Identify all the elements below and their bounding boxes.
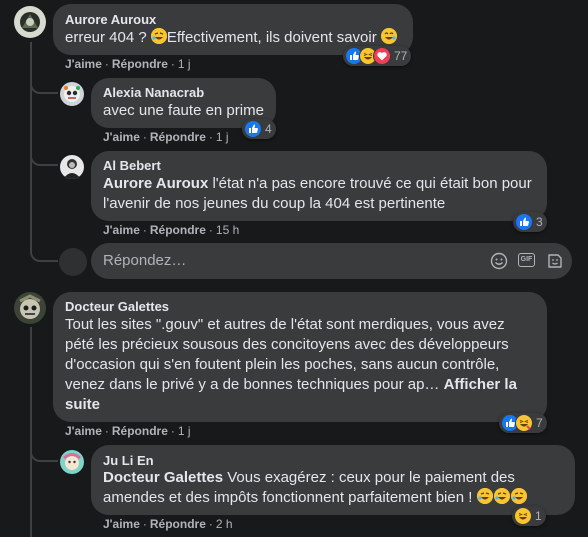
reactions-summary[interactable]: 3 bbox=[513, 212, 547, 232]
avatar[interactable] bbox=[14, 292, 46, 324]
comment-author[interactable]: Docteur Galettes bbox=[65, 299, 169, 314]
gif-icon[interactable]: GIF bbox=[518, 253, 535, 267]
comment-author[interactable]: Al Bebert bbox=[103, 158, 161, 173]
haha-icon bbox=[515, 414, 533, 432]
avatar[interactable] bbox=[60, 155, 84, 179]
reactions-summary[interactable]: 1 bbox=[512, 506, 546, 526]
reply-link[interactable]: Répondre bbox=[150, 223, 206, 237]
reactions-summary[interactable]: 4 bbox=[242, 119, 276, 139]
comment-text: erreur 404 ? Effectivement, ils doivent … bbox=[65, 28, 397, 48]
avatar[interactable] bbox=[14, 6, 46, 38]
mention-link[interactable]: Docteur Galettes bbox=[103, 469, 223, 486]
rofl-emoji-icon bbox=[150, 28, 167, 44]
thread-line bbox=[30, 42, 32, 232]
timestamp[interactable]: 1 j bbox=[178, 57, 191, 71]
comment-author[interactable]: Ju Li En bbox=[103, 453, 154, 468]
avatar[interactable] bbox=[60, 450, 84, 474]
reply-placeholder: Répondez… bbox=[103, 252, 187, 269]
sticker-icon[interactable] bbox=[546, 252, 564, 275]
mention-link[interactable]: Aurore Auroux bbox=[103, 175, 208, 192]
comment-text: Aurore Auroux l'état n'a pas encore trou… bbox=[103, 175, 532, 212]
timestamp[interactable]: 1 j bbox=[216, 130, 229, 144]
like-link[interactable]: J'aime bbox=[65, 57, 102, 71]
comment-actions: J'aime · Répondre · 2 h bbox=[103, 517, 233, 531]
comment-author[interactable]: Aurore Auroux bbox=[65, 12, 156, 27]
comment-actions: J'aime · Répondre · 1 j bbox=[65, 57, 191, 71]
reactions-summary[interactable]: 7 bbox=[499, 413, 547, 433]
thread-connector bbox=[30, 80, 58, 94]
see-more-link[interactable]: Afficher la bbox=[444, 376, 517, 393]
rofl-emoji-icon bbox=[476, 488, 493, 504]
timestamp[interactable]: 1 j bbox=[178, 424, 191, 438]
rofl-emoji-icon bbox=[493, 488, 510, 504]
like-icon bbox=[515, 213, 533, 231]
laugh-emoji-icon bbox=[380, 28, 397, 44]
comment-text: Tout les sites ".gouv" et autres de l'ét… bbox=[65, 316, 517, 413]
like-link[interactable]: J'aime bbox=[65, 424, 102, 438]
like-link[interactable]: J'aime bbox=[103, 517, 140, 531]
comment-actions: J'aime · Répondre · 1 j bbox=[65, 424, 191, 438]
reaction-count: 4 bbox=[265, 122, 272, 136]
reply-link[interactable]: Répondre bbox=[150, 517, 206, 531]
comment-text: Docteur Galettes Vous exagérez : ceux po… bbox=[103, 468, 527, 508]
like-icon bbox=[244, 120, 262, 138]
thread-connector bbox=[30, 232, 58, 262]
thread-line bbox=[30, 327, 32, 537]
comment-author[interactable]: Alexia Nanacrab bbox=[103, 85, 204, 100]
thread-connector bbox=[30, 446, 58, 462]
avatar[interactable] bbox=[60, 82, 84, 106]
comment-text: avec une faute en prime bbox=[103, 102, 264, 119]
emoji-icon[interactable] bbox=[490, 252, 508, 275]
love-icon bbox=[373, 47, 391, 65]
comment-actions: J'aime · Répondre · 1 j bbox=[103, 130, 229, 144]
reply-link[interactable]: Répondre bbox=[112, 424, 168, 438]
see-more-link[interactable]: suite bbox=[65, 396, 100, 413]
reply-link[interactable]: Répondre bbox=[150, 130, 206, 144]
like-link[interactable]: J'aime bbox=[103, 223, 140, 237]
reaction-count: 7 bbox=[536, 416, 543, 430]
timestamp[interactable]: 15 h bbox=[216, 223, 239, 237]
reaction-count: 1 bbox=[535, 509, 542, 523]
reaction-count: 77 bbox=[394, 49, 408, 63]
timestamp[interactable]: 2 h bbox=[216, 517, 233, 531]
haha-icon bbox=[514, 507, 532, 525]
reaction-count: 3 bbox=[536, 215, 543, 229]
comment-actions: J'aime · Répondre · 15 h bbox=[103, 223, 240, 237]
reactions-summary[interactable]: 77 bbox=[343, 46, 412, 66]
thread-connector bbox=[30, 150, 58, 166]
reply-link[interactable]: Répondre bbox=[112, 57, 168, 71]
like-link[interactable]: J'aime bbox=[103, 130, 140, 144]
rofl-emoji-icon bbox=[510, 488, 527, 504]
current-user-avatar bbox=[59, 248, 87, 276]
